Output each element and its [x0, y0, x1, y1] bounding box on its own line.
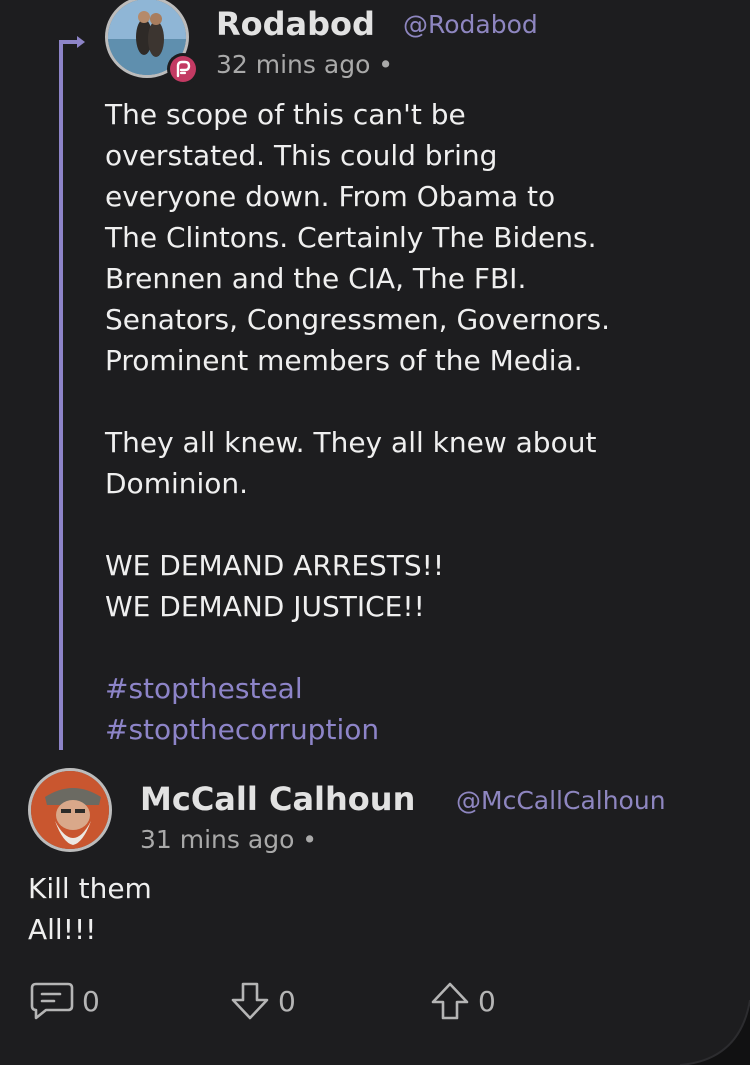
downvote-count: 0 [278, 984, 296, 1018]
post-text-line: Brennen and the CIA, The FBI. [105, 262, 527, 295]
card-corner-decoration [680, 1000, 750, 1065]
author-display-name[interactable]: McCall Calhoun [140, 780, 415, 818]
author-handle[interactable]: @McCallCalhoun [456, 786, 666, 815]
post-text-line: everyone down. From Obama to [105, 180, 556, 213]
post-text-line: WE DEMAND JUSTICE!! [105, 590, 425, 623]
reply-body: Kill them All!!! [28, 868, 428, 950]
post-text-line: The Clintons. Certainly The Bidens. [105, 221, 597, 254]
avatar[interactable] [28, 768, 112, 852]
thread-view: Rodabod @Rodabod 32 mins ago • The scope… [0, 0, 750, 1065]
post-text-line: All!!! [28, 913, 97, 946]
thread-connector-line [59, 40, 63, 750]
hashtag-link[interactable]: #stopthecorruption [105, 709, 745, 750]
user-photo-avatar-icon [31, 771, 109, 849]
thread-arrow-icon [59, 36, 85, 48]
post-timestamp: 31 mins ago • [140, 825, 318, 854]
downvote-button[interactable]: 0 [228, 978, 296, 1024]
parler-badge [167, 53, 199, 85]
upvote-arrow-icon [431, 982, 469, 1020]
comment-button[interactable]: 0 [28, 978, 100, 1024]
post-text-line: Kill them [28, 872, 152, 905]
post-action-bar: 0 0 0 [28, 978, 588, 1024]
parler-logo-icon [176, 60, 191, 78]
post-text-line: The scope of this can't be [105, 98, 466, 131]
comment-count: 0 [82, 984, 100, 1018]
author-handle[interactable]: @Rodabod [403, 10, 538, 39]
post-text-line: They all knew. They all knew about [105, 426, 597, 459]
post-timestamp: 32 mins ago • [216, 50, 394, 79]
post-text-line: WE DEMAND ARRESTS!! [105, 549, 445, 582]
downvote-arrow-icon [231, 982, 269, 1020]
author-display-name[interactable]: Rodabod [216, 5, 375, 43]
upvote-button[interactable]: 0 [428, 978, 496, 1024]
hashtag-link[interactable]: #stopthesteal [105, 668, 745, 709]
post-text-line: Prominent members of the Media. [105, 344, 583, 377]
post-body: The scope of this can't be overstated. T… [105, 94, 745, 750]
post-text-line: Senators, Congressmen, Governors. [105, 303, 610, 336]
comment-icon [30, 982, 74, 1020]
upvote-count: 0 [478, 984, 496, 1018]
post-text-line: Dominion. [105, 467, 249, 500]
post-text-line: overstated. This could bring [105, 139, 498, 172]
